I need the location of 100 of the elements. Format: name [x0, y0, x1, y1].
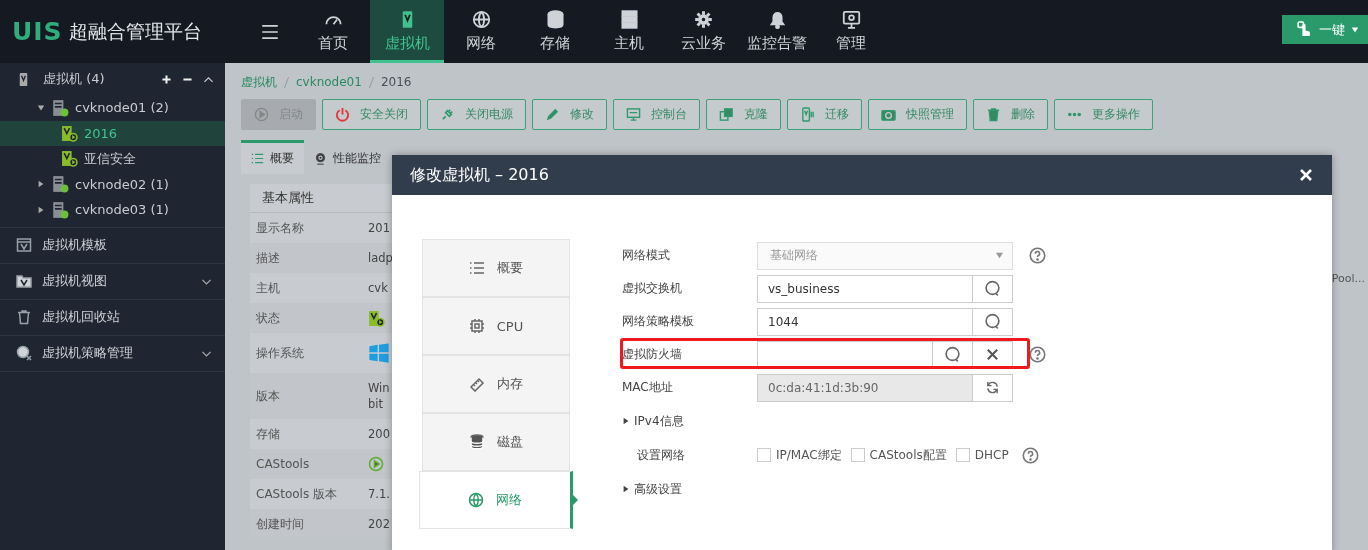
dialog-nav-tab[interactable]: CPU — [422, 297, 570, 355]
checkbox-label: CAStools配置 — [869, 446, 947, 464]
checkbox-label: DHCP — [974, 448, 1009, 462]
collapse-caret-icon[interactable] — [37, 103, 45, 112]
vm-node[interactable]: 2016 — [0, 120, 225, 146]
property-label: 版本 — [255, 387, 281, 405]
gear-icon — [693, 10, 713, 29]
bell-icon — [767, 10, 787, 29]
host-node[interactable]: cvknode03 (1) — [75, 202, 169, 218]
property-value: Win — [368, 380, 390, 396]
checkbox[interactable] — [850, 448, 865, 462]
panel-title: 基本属性 — [262, 189, 314, 207]
windows-icon — [368, 342, 390, 364]
caret-down-icon — [1351, 25, 1359, 34]
template-icon — [16, 237, 32, 253]
list-icon — [469, 260, 485, 276]
expand-caret-icon[interactable] — [622, 485, 630, 493]
tree-root-label[interactable]: 虚拟机 (4) — [43, 70, 105, 88]
input-field[interactable]: vs_business — [757, 274, 973, 303]
section-toggle[interactable]: IPv4信息 — [622, 404, 684, 438]
plug-icon — [440, 107, 455, 122]
dialog-nav-tab[interactable]: 网络 — [419, 471, 573, 529]
play-icon — [254, 107, 269, 122]
search-icon — [944, 346, 961, 363]
property-label: 创建时间 — [255, 515, 305, 533]
webcam-icon — [314, 152, 327, 165]
property-label: 描述 — [255, 249, 281, 267]
section-toggle[interactable]: 高级设置 — [622, 472, 682, 506]
checkbox[interactable] — [757, 448, 771, 462]
database-icon — [469, 434, 485, 450]
caret-down-icon — [995, 251, 1004, 260]
content-tab[interactable]: 概要 — [241, 140, 304, 174]
chip-icon — [468, 318, 485, 334]
dialog-nav-tab[interactable]: 磁盘 — [422, 413, 570, 471]
content-tab[interactable]: 性能监控 — [304, 140, 391, 174]
search-button[interactable] — [973, 307, 1013, 336]
checkbox-label: IP/MAC绑定 — [776, 446, 842, 464]
property-label: CAStools — [255, 457, 311, 471]
host-node[interactable]: cvknode01 (2) — [75, 100, 169, 116]
help-icon — [1021, 446, 1039, 464]
play-circle-icon — [368, 456, 384, 472]
server-icon — [619, 10, 639, 29]
product-name: 超融合管理平台 — [68, 18, 202, 44]
expand-caret-icon[interactable] — [37, 180, 45, 189]
nav-tab[interactable]: 存储 — [518, 0, 592, 63]
globe-icon — [471, 10, 491, 29]
table-cell: Pool... — [1331, 272, 1365, 285]
dialog-nav-tab[interactable]: 内存 — [422, 355, 570, 413]
database-icon — [545, 10, 565, 29]
folder-icon — [16, 273, 32, 289]
input-field[interactable]: 1044 — [757, 307, 973, 336]
globe-icon — [468, 492, 484, 508]
nav-tab[interactable]: 网络 — [444, 0, 518, 63]
dialog-nav-tab[interactable]: 概要 — [422, 239, 570, 297]
sidebar-menu-item[interactable]: 虚拟机策略管理 — [42, 344, 133, 362]
sidebar-menu-item[interactable]: 虚拟机回收站 — [42, 308, 120, 326]
one-click-button[interactable]: 一键 — [1282, 15, 1368, 44]
server-icon — [51, 175, 69, 194]
nav-tab[interactable]: 主机 — [592, 0, 666, 63]
property-value: 202 — [368, 516, 390, 532]
close-button[interactable] — [1298, 167, 1314, 183]
expand-caret-icon[interactable] — [622, 417, 630, 425]
vm-icon — [368, 309, 385, 327]
host-node[interactable]: cvknode02 (1) — [75, 176, 169, 192]
nav-tab[interactable]: 管理 — [814, 0, 888, 63]
server-icon — [51, 98, 69, 117]
field-label: 虚拟交换机 — [622, 280, 683, 297]
vm-icon — [800, 107, 815, 122]
checkbox[interactable] — [955, 448, 970, 462]
search-icon — [984, 313, 1001, 330]
property-value: 201 — [368, 220, 390, 236]
help-icon — [1029, 247, 1046, 264]
sidebar-menu-item[interactable]: 虚拟机视图 — [42, 272, 107, 290]
dialog-title: 修改虚拟机 – 2016 — [410, 164, 549, 186]
property-label: 状态 — [255, 309, 281, 327]
search-icon — [984, 280, 1001, 297]
field-label: 设置网络 — [636, 446, 686, 464]
search-button[interactable] — [973, 274, 1013, 303]
property-label: CAStools 版本 — [255, 485, 338, 503]
breadcrumb-item: 2016 — [380, 75, 412, 89]
nav-tab[interactable]: 首页 — [296, 0, 370, 63]
property-label: 显示名称 — [255, 219, 305, 237]
sidebar-menu-item[interactable]: 虚拟机模板 — [42, 236, 107, 254]
property-value: cvk — [368, 280, 388, 296]
expand-caret-icon[interactable] — [37, 205, 45, 214]
nav-tab[interactable]: 虚拟机 — [370, 0, 444, 63]
power-icon — [335, 107, 350, 122]
hand-icon — [1296, 21, 1313, 38]
nav-tab[interactable]: 云业务 — [666, 0, 740, 63]
nav-tab[interactable]: 监控告警 — [740, 0, 814, 63]
list-icon — [251, 152, 264, 165]
policy-icon — [16, 345, 32, 361]
field-label: 网络策略模板 — [622, 313, 695, 330]
property-value: ladp — [368, 250, 393, 266]
vm-node[interactable]: 亚信安全 — [0, 146, 225, 172]
refresh-button[interactable] — [973, 373, 1013, 402]
trash-icon — [16, 309, 32, 325]
pencil-icon — [545, 107, 560, 122]
refresh-icon — [985, 380, 1000, 395]
field-label: MAC地址 — [622, 379, 674, 396]
